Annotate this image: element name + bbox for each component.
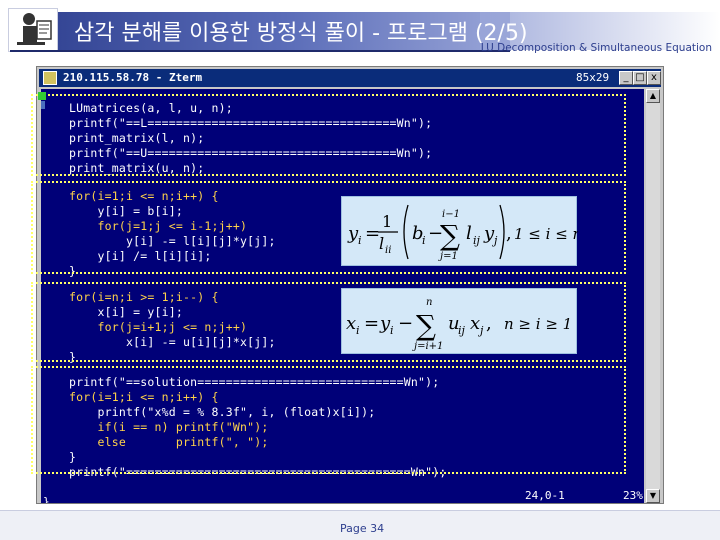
highlight-box-matrices bbox=[31, 94, 626, 176]
eq-text: − bbox=[398, 313, 413, 334]
terminal-titlebar[interactable]: 210.115.58.78 - Zterm 85x29 _ □ x bbox=[39, 69, 661, 87]
terminal-app-icon[interactable] bbox=[43, 71, 57, 85]
page-title: 삼각 분해를 이용한 방정식 풀이 - 프로그램 (2/5) bbox=[74, 21, 528, 46]
green-marker bbox=[38, 92, 46, 100]
eq-text: i bbox=[390, 324, 394, 337]
eq-text: i bbox=[356, 324, 360, 337]
scroll-down-icon[interactable]: ▼ bbox=[646, 489, 660, 503]
eq-text: n bbox=[426, 297, 432, 308]
eq-text: n ≥ i ≥ 1 bbox=[504, 315, 572, 333]
cursor-line: } bbox=[43, 495, 50, 503]
page-subtitle: LU Decomposition & Simultaneous Equation bbox=[480, 42, 712, 54]
highlight-box-solution bbox=[31, 366, 626, 474]
title-underline bbox=[10, 50, 510, 52]
scroll-percent-readout: 23% bbox=[623, 489, 643, 502]
eq-text: 1 ≤ i ≤ n bbox=[514, 225, 578, 243]
eq-text: l bbox=[466, 223, 472, 244]
slide-header: 삼각 분해를 이용한 방정식 풀이 - 프로그램 (2/5) LU Decomp… bbox=[0, 0, 720, 62]
eq-text: ii bbox=[385, 245, 391, 256]
presenter-logo-icon bbox=[8, 8, 58, 52]
backward-substitution-equation: x i = y i − n ∑ j=i+1 u ij x j , n ≥ i ≥… bbox=[341, 288, 577, 354]
vertical-scrollbar[interactable]: ▲ ▼ bbox=[646, 89, 660, 503]
minimize-button[interactable]: _ bbox=[619, 71, 633, 85]
eq-text: , bbox=[486, 313, 492, 334]
eq-text: l bbox=[379, 234, 384, 253]
eq-text: i bbox=[358, 234, 362, 247]
eq-text: 1 bbox=[382, 212, 392, 231]
eq-text: = bbox=[364, 313, 379, 334]
eq-text: i bbox=[422, 234, 426, 247]
maximize-button[interactable]: □ bbox=[633, 71, 647, 85]
page-number: Page 34 bbox=[340, 522, 385, 535]
scroll-up-icon[interactable]: ▲ bbox=[646, 89, 660, 103]
eq-text: ij bbox=[473, 234, 481, 247]
eq-text: ij bbox=[458, 324, 466, 337]
svg-text:∑: ∑ bbox=[416, 309, 436, 342]
close-button[interactable]: x bbox=[647, 71, 661, 85]
eq-text: = bbox=[365, 223, 380, 244]
terminal-size-readout: 85x29 bbox=[576, 71, 610, 84]
forward-substitution-equation: y i = 1 l ii b i − i−1 ∑ j=1 l ij y j , … bbox=[341, 196, 578, 266]
eq-text: x bbox=[346, 313, 356, 334]
terminal-title: 210.115.58.78 - Zterm bbox=[63, 71, 203, 84]
cursor-position-readout: 24,0-1 bbox=[525, 489, 565, 502]
eq-text: j=i+1 bbox=[412, 341, 443, 352]
eq-text: x bbox=[470, 313, 480, 334]
svg-text:∑: ∑ bbox=[440, 219, 460, 252]
eq-text: j=1 bbox=[438, 251, 458, 262]
eq-text: , bbox=[506, 223, 512, 244]
